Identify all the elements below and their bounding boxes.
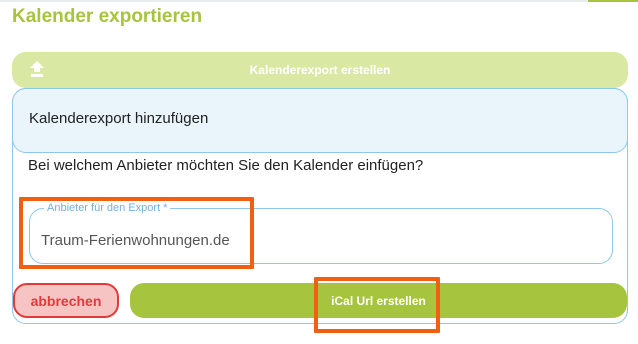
cancel-button[interactable]: abbrechen [13, 283, 119, 318]
panel-header-title: Kalenderexport hinzufügen [29, 110, 209, 127]
top-accent-line [588, 0, 638, 2]
export-header-label: Kalenderexport erstellen [249, 63, 391, 77]
highlight-provider-field [19, 197, 254, 269]
top-divider [0, 0, 638, 2]
upload-icon [28, 60, 46, 83]
page-title: Kalender exportieren [12, 6, 203, 27]
highlight-create-button [314, 277, 440, 333]
provider-question: Bei welchem Anbieter möchten Sie den Kal… [28, 157, 424, 174]
export-header-bar[interactable]: Kalenderexport erstellen [12, 52, 628, 88]
